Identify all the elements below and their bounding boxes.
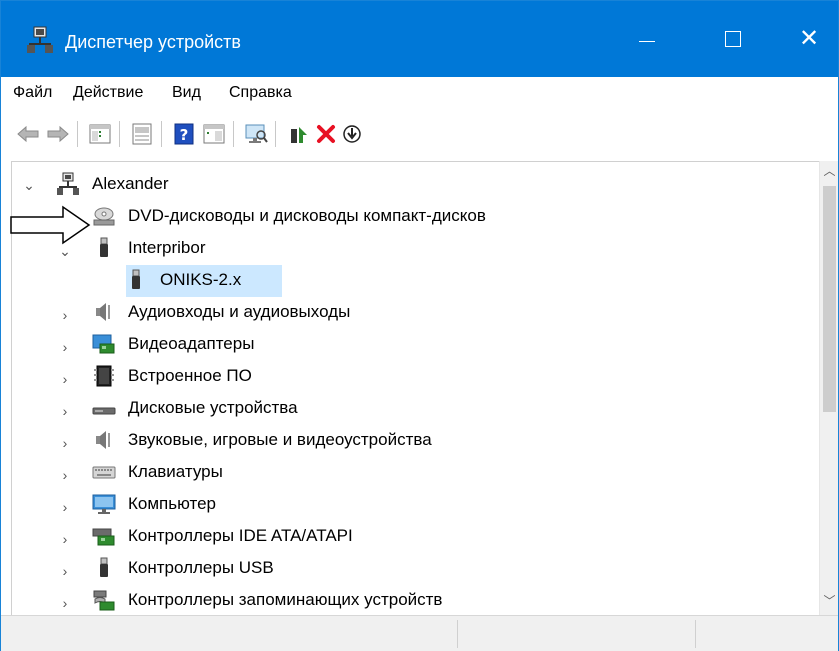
- show-hide-tree-button[interactable]: [87, 121, 113, 147]
- device-manager-icon: [27, 26, 53, 53]
- expand-chevron-icon[interactable]: ›: [58, 563, 72, 579]
- title-bar[interactable]: Диспетчер устройств ✕: [1, 1, 838, 77]
- back-arrow-icon: [17, 125, 39, 143]
- menu-view[interactable]: Вид: [172, 84, 201, 102]
- uninstall-device-icon: [317, 125, 335, 143]
- display-adapter-icon: [92, 334, 115, 354]
- back-button[interactable]: [15, 121, 41, 147]
- dvd-drive-icon: [93, 207, 115, 226]
- computer-network-icon: [57, 172, 79, 195]
- uninstall-device-button[interactable]: [313, 121, 339, 147]
- scroll-down-icon[interactable]: ﹀: [823, 595, 836, 608]
- tree-root-label[interactable]: Alexander: [92, 174, 169, 194]
- disk-drive-icon: [92, 407, 116, 415]
- tree-item-computer[interactable]: Компьютер: [128, 494, 216, 514]
- expand-chevron-icon[interactable]: ›: [58, 403, 72, 419]
- status-divider: [457, 620, 458, 648]
- svg-text:?: ?: [180, 126, 189, 144]
- usb-plug-icon: [100, 237, 108, 257]
- expand-chevron-icon[interactable]: ›: [58, 499, 72, 515]
- tree-item-keyboards[interactable]: Клавиатуры: [128, 462, 223, 482]
- expand-chevron-icon[interactable]: ›: [58, 531, 72, 547]
- expand-chevron-icon[interactable]: ›: [58, 595, 72, 611]
- close-icon: ✕: [798, 25, 820, 52]
- action-pane-icon: [203, 124, 225, 144]
- monitor-icon: [92, 494, 116, 514]
- disable-device-icon: [343, 125, 361, 143]
- disable-device-button[interactable]: [339, 121, 365, 147]
- tree-item-storage-controllers[interactable]: Контроллеры запоминающих устройств: [128, 590, 442, 610]
- collapse-chevron-icon[interactable]: ⌄: [22, 177, 36, 193]
- tree-item-audio-io[interactable]: Аудиовходы и аудиовыходы: [128, 302, 350, 322]
- forward-button[interactable]: [45, 121, 71, 147]
- vertical-scrollbar[interactable]: ︿ ﹀: [819, 161, 838, 615]
- help-icon: ?: [174, 123, 194, 145]
- firmware-chip-icon: [94, 365, 114, 387]
- properties-button[interactable]: [129, 121, 155, 147]
- annotation-arrow-icon: [10, 205, 91, 245]
- expand-chevron-icon[interactable]: ›: [58, 371, 72, 387]
- tree-item-disk-drives[interactable]: Дисковые устройства: [128, 398, 298, 418]
- action-pane-button[interactable]: [201, 121, 227, 147]
- tree-item-firmware[interactable]: Встроенное ПО: [128, 366, 252, 386]
- status-bar: [1, 615, 838, 651]
- toolbar-separator: [77, 121, 78, 147]
- minimize-icon: [639, 40, 655, 42]
- speaker-icon: [96, 431, 110, 449]
- usb-plug-icon: [100, 557, 108, 577]
- expand-chevron-icon[interactable]: ›: [58, 435, 72, 451]
- usb-plug-icon: [132, 269, 140, 289]
- menu-action[interactable]: Действие: [73, 84, 143, 102]
- tree-item-video-adapters[interactable]: Видеоадаптеры: [128, 334, 254, 354]
- menu-help[interactable]: Справка: [229, 84, 292, 102]
- scan-hardware-icon: [245, 124, 268, 143]
- forward-arrow-icon: [47, 125, 69, 143]
- status-divider: [695, 620, 696, 648]
- device-tree[interactable]: ⌄ Alexander DVD-дисководы и дисководы ко…: [11, 161, 819, 615]
- expand-chevron-icon[interactable]: ›: [58, 467, 72, 483]
- toolbar-separator: [119, 121, 120, 147]
- toolbar: ?: [1, 111, 838, 155]
- collapse-chevron-icon[interactable]: ⌄: [58, 243, 72, 259]
- storage-controller-icon: [93, 590, 115, 611]
- scrollbar-thumb[interactable]: [823, 186, 836, 412]
- tree-item-dvd[interactable]: DVD-дисководы и дисководы компакт-дисков: [128, 206, 486, 226]
- menu-file[interactable]: Файл: [13, 84, 52, 102]
- tree-item-interpribor[interactable]: Interpribor: [128, 238, 205, 258]
- maximize-icon: [725, 31, 741, 47]
- minimize-button[interactable]: [617, 1, 677, 77]
- expand-chevron-icon[interactable]: ›: [58, 307, 72, 323]
- tree-item-sound-devices[interactable]: Звуковые, игровые и видеоустройства: [128, 430, 432, 450]
- scan-hardware-button[interactable]: [243, 121, 269, 147]
- keyboard-icon: [92, 466, 116, 479]
- maximize-button[interactable]: [703, 1, 763, 77]
- device-manager-window: Диспетчер устройств ✕ Файл Действие Вид …: [0, 0, 839, 651]
- ide-controller-icon: [92, 528, 115, 546]
- tree-item-ide-controllers[interactable]: Контроллеры IDE ATA/ATAPI: [128, 526, 353, 546]
- update-driver-button[interactable]: [285, 121, 311, 147]
- toolbar-separator: [161, 121, 162, 147]
- window-title: Диспетчер устройств: [65, 32, 241, 52]
- properties-icon: [132, 123, 152, 145]
- tree-item-usb-controllers[interactable]: Контроллеры USB: [128, 558, 274, 578]
- tree-item-oniks[interactable]: ONIKS-2.x: [160, 270, 241, 290]
- toolbar-separator: [275, 121, 276, 147]
- update-driver-icon: [291, 127, 307, 143]
- expand-chevron-icon[interactable]: ›: [58, 339, 72, 355]
- help-button[interactable]: ?: [171, 121, 197, 147]
- scroll-up-icon[interactable]: ︿: [823, 165, 836, 178]
- toolbar-separator: [233, 121, 234, 147]
- show-hide-tree-icon: [89, 124, 111, 144]
- close-button[interactable]: ✕: [779, 1, 839, 77]
- menu-bar: Файл Действие Вид Справка: [1, 77, 838, 111]
- speaker-icon: [96, 303, 110, 321]
